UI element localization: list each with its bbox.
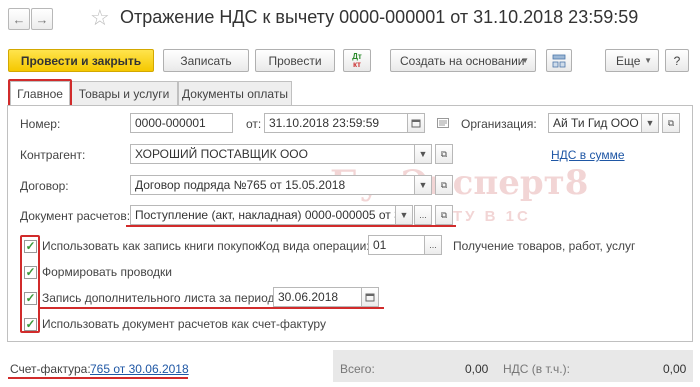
highlight-underline-invoice <box>8 377 188 379</box>
favorite-star-icon[interactable]: ☆ <box>90 5 110 31</box>
counterparty-dropdown-button[interactable]: ▼ <box>414 144 432 164</box>
highlight-underline-settlement <box>126 225 456 227</box>
vat-total-value: 0,00 <box>663 362 687 376</box>
calendar-icon <box>411 119 421 128</box>
dropdown-arrow-icon: ▼ <box>644 56 652 65</box>
open-link-icon: ⧉ <box>667 117 675 128</box>
invoice-label: Счет-фактура: <box>10 362 91 376</box>
calendar-button[interactable] <box>407 113 425 133</box>
operation-code-description: Получение товаров, работ, услуг <box>453 239 636 253</box>
counterparty-open-button[interactable]: ⧉ <box>435 144 453 164</box>
back-button[interactable]: ← <box>8 8 30 30</box>
postings-checkbox[interactable]: ✓ <box>24 266 37 279</box>
use-as-invoice-label: Использовать документ расчетов как счет-… <box>42 317 326 331</box>
calendar-icon <box>365 293 375 302</box>
operation-code-field[interactable]: 01 <box>368 235 425 255</box>
more-button[interactable]: Еще ▼ <box>605 49 659 72</box>
use-as-invoice-checkbox[interactable]: ✓ <box>24 318 37 331</box>
operation-code-label: Код вида операции: <box>259 239 370 253</box>
date-field[interactable]: 31.10.2018 23:59:59 <box>264 113 408 133</box>
open-link-icon: ⧉ <box>440 179 448 190</box>
invoice-link[interactable]: 765 от 30.06.2018 <box>90 362 189 376</box>
extra-sheet-calendar-button[interactable] <box>361 287 379 307</box>
check-icon: ✓ <box>25 291 36 305</box>
contract-open-button[interactable]: ⧉ <box>435 175 453 195</box>
contract-label: Договор: <box>20 179 69 193</box>
dt-kt-button[interactable]: Дт кт <box>343 49 371 72</box>
highlight-tab <box>8 79 72 107</box>
arrow-right-icon: → <box>35 11 49 27</box>
organization-open-button[interactable]: ⧉ <box>662 113 680 133</box>
help-button[interactable]: ? <box>665 49 689 72</box>
counterparty-label: Контрагент: <box>20 148 86 162</box>
forward-button[interactable]: → <box>31 8 53 30</box>
extra-sheet-label: Запись дополнительного листа за период: <box>42 291 278 305</box>
post-and-close-button[interactable]: Провести и закрыть <box>8 49 154 72</box>
settlement-doc-select-button[interactable]: ... <box>414 205 432 225</box>
total-value: 0,00 <box>465 362 489 376</box>
check-icon: ✓ <box>25 317 36 331</box>
settlement-doc-dropdown-button[interactable]: ▼ <box>395 205 413 225</box>
purchase-book-checkbox[interactable]: ✓ <box>24 240 37 253</box>
settlement-doc-open-button[interactable]: ⧉ <box>435 205 453 225</box>
dropdown-arrow-icon: ▼ <box>418 180 428 190</box>
operation-code-select-button[interactable]: ... <box>424 235 442 255</box>
highlight-underline-extra-sheet <box>38 307 384 309</box>
organization-dropdown-button[interactable]: ▼ <box>641 113 659 133</box>
tab-payment-documents[interactable]: Документы оплаты <box>178 81 292 105</box>
organization-label: Организация: <box>461 117 537 131</box>
comment-icon[interactable] <box>437 117 449 128</box>
check-icon: ✓ <box>25 239 36 253</box>
tab-goods-services[interactable]: Товары и услуги <box>70 81 178 105</box>
organization-field[interactable]: Ай Ти Гид ООО <box>548 113 642 133</box>
dropdown-arrow-icon: ▼ <box>399 210 409 220</box>
structure-button[interactable] <box>546 49 572 72</box>
counterparty-field[interactable]: ХОРОШИЙ ПОСТАВЩИК ООО <box>130 144 415 164</box>
dropdown-arrow-icon: ▼ <box>521 56 529 65</box>
structure-icon <box>552 54 566 67</box>
settlement-doc-label: Документ расчетов: <box>20 209 131 223</box>
dropdown-arrow-icon: ▼ <box>418 149 428 159</box>
extra-sheet-checkbox[interactable]: ✓ <box>24 292 37 305</box>
save-button[interactable]: Записать <box>163 49 249 72</box>
vat-in-amount-link[interactable]: НДС в сумме <box>551 148 625 162</box>
contract-dropdown-button[interactable]: ▼ <box>414 175 432 195</box>
open-link-icon: ⧉ <box>440 148 448 159</box>
check-icon: ✓ <box>25 265 36 279</box>
extra-sheet-period-field[interactable]: 30.06.2018 <box>273 287 362 307</box>
contract-field[interactable]: Договор подряда №765 от 15.05.2018 <box>130 175 415 195</box>
create-based-on-button[interactable]: Создать на основании ▼ <box>390 49 536 72</box>
settlement-doc-field[interactable]: Поступление (акт, накладная) 0000-000005… <box>130 205 396 225</box>
number-field[interactable]: 0000-000001 <box>130 113 233 133</box>
open-link-icon: ⧉ <box>440 209 448 220</box>
purchase-book-label: Использовать как запись книги покупок <box>42 239 261 253</box>
number-label: Номер: <box>20 117 61 131</box>
arrow-left-icon: ← <box>12 11 26 27</box>
dropdown-arrow-icon: ▼ <box>645 118 655 128</box>
page-title: Отражение НДС к вычету 0000-000001 от 31… <box>120 7 639 27</box>
post-button[interactable]: Провести <box>255 49 335 72</box>
postings-label: Формировать проводки <box>42 265 172 279</box>
date-label: от: <box>246 117 262 131</box>
total-label: Всего: <box>340 362 375 376</box>
vat-total-label: НДС (в т.ч.): <box>503 362 570 376</box>
